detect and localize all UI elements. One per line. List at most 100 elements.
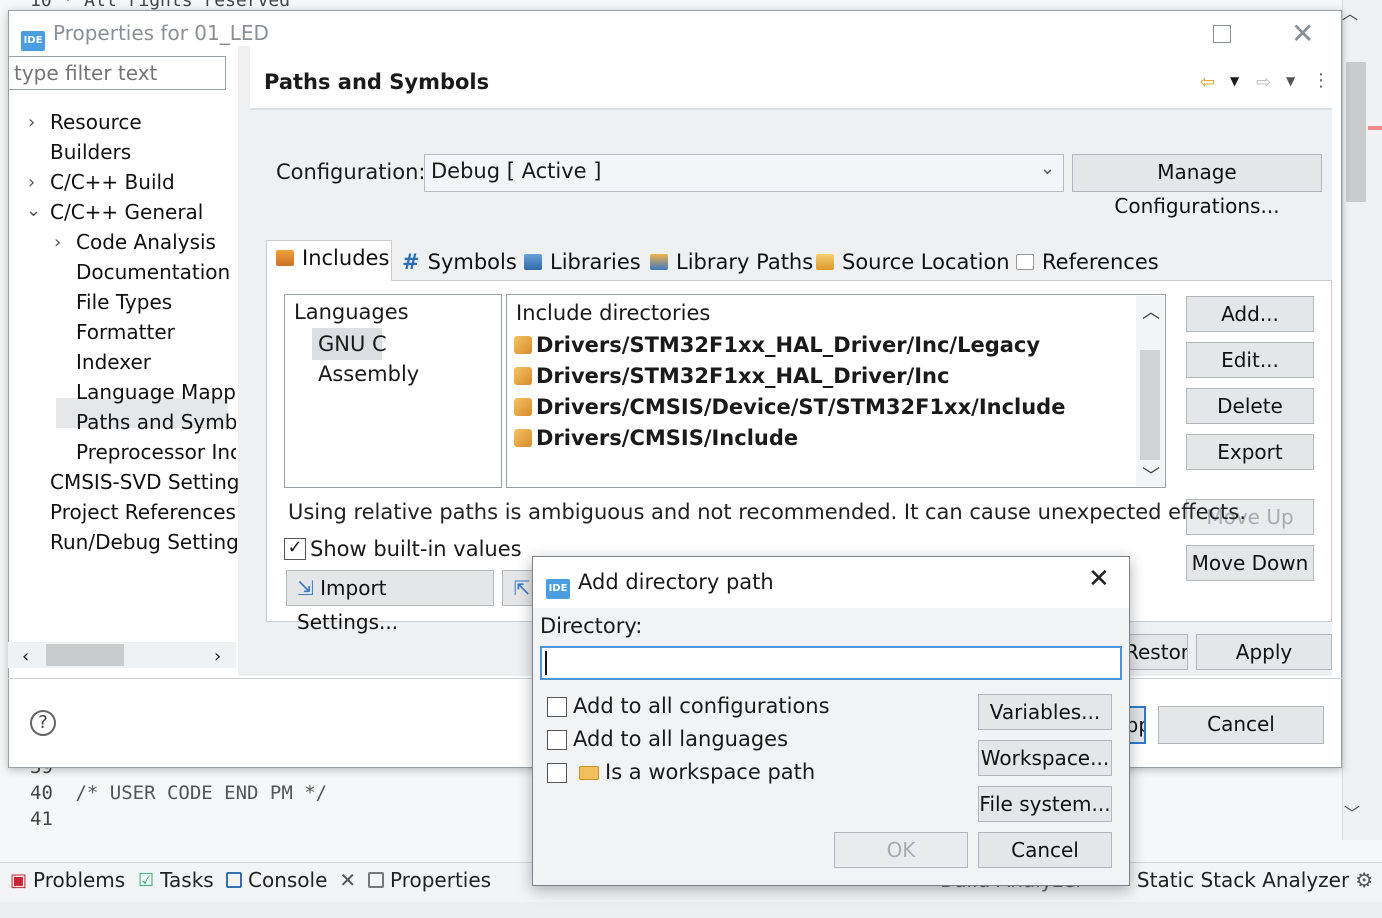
nav-item-paths-and-symbols[interactable]: Paths and Symbc [76,410,236,434]
configuration-select[interactable]: Debug [ Active ] [424,154,1064,192]
maximize-icon[interactable] [1213,25,1231,43]
chevron-down-icon[interactable]: ⌄ [1040,158,1055,179]
include-path: Drivers/STM32F1xx_HAL_Driver/Inc [536,364,950,388]
list-item[interactable]: Drivers/STM32F1xx_HAL_Driver/Inc/Legacy [514,333,1040,357]
tab-libraries[interactable]: Libraries [524,250,641,274]
checkbox-label: Add to all configurations [573,694,830,718]
tab-label: Properties [390,868,492,892]
editor-scroll-thumb[interactable] [1346,62,1366,202]
nav-item-cpp-build[interactable]: C/C++ Build [50,170,175,194]
tab-problems[interactable]: ▣ Problems [10,868,125,892]
restore-defaults-button[interactable]: Restore Defaults [1124,634,1188,670]
edit-button[interactable]: Edit... [1186,342,1314,378]
chevron-down-icon[interactable]: ﹀ [1344,800,1360,824]
nav-item-language-mappings[interactable]: Language Mappi [76,380,236,404]
dropdown-icon[interactable]: ▼ [1286,74,1295,88]
directory-input[interactable] [540,646,1122,680]
label-text: Is a workspace path [605,760,816,784]
tab-console[interactable]: Console ✕ [226,868,356,892]
panel-sash[interactable] [238,46,250,676]
tab-static-stack-analyzer[interactable]: ▬Static Stack Analyzer⚙ [1112,868,1373,892]
chevron-right-icon[interactable]: › [54,232,61,253]
line-number: 41 [30,808,53,830]
include-path: Drivers/CMSIS/Device/ST/STM32F1xx/Includ… [536,395,1066,419]
manage-configurations-button[interactable]: Manage Configurations... [1072,154,1322,218]
list-item[interactable]: Drivers/STM32F1xx_HAL_Driver/Inc [514,364,949,388]
nav-item-documentation[interactable]: Documentation [76,260,230,284]
nav-item-builders[interactable]: Builders [50,140,131,164]
nav-item-cmsis-svd[interactable]: CMSIS-SVD Setting [50,470,239,494]
nav-scroll-thumb[interactable] [46,644,124,666]
tab-label: Library Paths [676,250,814,274]
apply-button[interactable]: Apply [1196,634,1332,670]
dialog-title: Add directory path [578,570,774,594]
tab-tasks[interactable]: ☑ Tasks [138,868,214,892]
language-item[interactable]: GNU C [318,332,387,356]
console-icon [226,872,242,888]
help-icon[interactable]: ? [30,710,56,736]
code-line: 40 /* USER CODE END PM */ [30,782,327,804]
close-icon[interactable]: ✕ [339,868,356,892]
include-folder-icon [514,429,532,447]
forward-arrow-icon[interactable]: ⇨ [1256,72,1271,93]
add-button[interactable]: Add... [1186,296,1314,332]
filter-input[interactable] [8,56,226,90]
folder-icon [579,766,599,780]
nav-item-indexer[interactable]: Indexer [76,350,151,374]
tab-source-location[interactable]: Source Location [816,250,1010,274]
show-builtin-checkbox[interactable]: ✓ [284,538,306,560]
nav-item-code-analysis[interactable]: Code Analysis [76,230,216,254]
chevron-right-icon[interactable]: › [28,112,35,133]
close-icon[interactable]: ✕ [1088,564,1110,594]
add-to-all-configurations-checkbox[interactable] [547,697,567,717]
nav-item-preprocessor-include[interactable]: Preprocessor Inc [76,440,236,464]
chevron-down-icon[interactable]: ⌄ [26,200,41,221]
delete-button[interactable]: Delete [1186,388,1314,424]
dialog-cancel-button[interactable]: Cancel [978,832,1112,868]
tab-references[interactable]: References [1016,250,1159,274]
tab-includes[interactable]: Includes [276,246,389,270]
cancel-button[interactable]: Cancel [1158,706,1324,744]
properties-icon [368,872,384,888]
list-item[interactable]: Drivers/CMSIS/Device/ST/STM32F1xx/Includ… [514,395,1065,419]
nav-item-file-types[interactable]: File Types [76,290,172,314]
chevron-left-icon[interactable]: ‹ [22,646,29,667]
include-folder-icon [514,398,532,416]
list-item[interactable]: Drivers/CMSIS/Include [514,426,798,450]
problems-icon: ▣ [10,869,28,891]
file-system-button[interactable]: File system... [978,786,1112,822]
page-title: Paths and Symbols [264,70,490,94]
chevron-up-icon[interactable]: ︿ [1342,0,1358,24]
variables-button[interactable]: Variables... [978,694,1112,730]
import-settings-button[interactable]: ⇲ Import Settings... [286,570,494,634]
tab-properties[interactable]: Properties [368,868,491,892]
workspace-path-checkbox[interactable] [547,763,567,783]
workspace-button[interactable]: Workspace... [978,740,1112,776]
nav-item-project-references[interactable]: Project References [50,500,236,524]
dropdown-icon[interactable]: ▼ [1230,74,1239,88]
add-to-all-languages-checkbox[interactable] [547,730,567,750]
chevron-right-icon[interactable]: › [214,646,221,667]
back-arrow-icon[interactable]: ⇦ [1200,72,1215,93]
nav-item-formatter[interactable]: Formatter [76,320,175,344]
move-down-button[interactable]: Move Down [1186,545,1314,581]
tab-library-paths[interactable]: Library Paths [650,250,813,274]
configuration-label: Configuration: [276,160,426,184]
language-item[interactable]: Assembly [318,362,419,386]
overview-marker [1368,126,1382,130]
bottom-toolbar [0,902,1382,918]
include-directories-header: Include directories [516,301,711,325]
tab-symbols[interactable]: # Symbols [402,250,517,274]
button-label: Restore Defaults [1125,640,1188,664]
view-menu-icon[interactable]: ⋮ [1312,70,1330,91]
nav-item-run-debug[interactable]: Run/Debug Setting [50,530,239,554]
includes-scroll-thumb[interactable] [1140,350,1160,460]
ok-button[interactable]: OK [834,832,968,868]
chevron-down-icon[interactable]: ﹀ [1142,462,1160,488]
export-icon: ⇱ [513,576,531,600]
export-button[interactable]: Export [1186,434,1314,470]
chevron-right-icon[interactable]: › [28,172,35,193]
nav-item-cpp-general[interactable]: C/C++ General [50,200,203,224]
chevron-up-icon[interactable]: ︿ [1142,298,1160,324]
nav-item-resource[interactable]: Resource [50,110,142,134]
